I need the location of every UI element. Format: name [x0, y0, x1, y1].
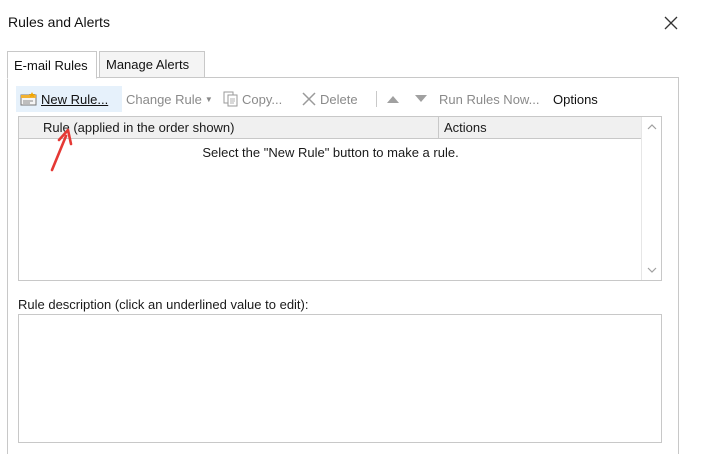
tab-email-rules-label: E-mail Rules	[14, 57, 88, 73]
new-rule-label: New Rule...	[41, 91, 109, 107]
delete-label: Delete	[320, 91, 358, 107]
scroll-up-button[interactable]	[642, 117, 661, 137]
triangle-up-icon	[387, 96, 399, 103]
new-rule-button[interactable]: New Rule...	[16, 86, 122, 112]
triangle-down-icon	[415, 95, 427, 102]
close-button[interactable]	[654, 8, 688, 38]
chevron-down-icon	[647, 267, 656, 273]
rules-list-header: Rule (applied in the order shown) Action…	[19, 117, 642, 139]
rules-toolbar: New Rule... Change Rule ▼ Copy... Delete	[12, 86, 612, 112]
rules-list-scrollbar[interactable]	[641, 117, 661, 280]
tab-manage-alerts[interactable]: Manage Alerts	[99, 51, 205, 78]
change-rule-button[interactable]: Change Rule ▼	[126, 86, 213, 112]
rule-description-box[interactable]	[18, 314, 662, 443]
tab-manage-alerts-label: Manage Alerts	[106, 57, 190, 72]
toolbar-separator	[376, 91, 377, 107]
empty-rules-message: Select the "New Rule" button to make a r…	[202, 145, 459, 160]
copy-icon	[223, 91, 239, 107]
move-down-button[interactable]	[414, 86, 428, 112]
new-rule-icon	[20, 91, 38, 107]
options-label: Options	[553, 91, 598, 107]
move-up-button[interactable]	[386, 86, 400, 112]
close-icon	[664, 16, 678, 30]
tab-email-rules[interactable]: E-mail Rules	[7, 51, 97, 79]
copy-button[interactable]: Copy...	[223, 86, 282, 112]
column-header-actions-label: Actions	[444, 120, 487, 135]
copy-label: Copy...	[242, 91, 283, 107]
chevron-down-icon: ▼	[204, 94, 213, 104]
column-header-actions[interactable]: Actions	[439, 117, 642, 138]
delete-x-icon	[301, 91, 317, 107]
change-rule-label: Change Rule	[126, 91, 202, 107]
title-bar: Rules and Alerts	[0, 0, 726, 46]
red-arrow-annotation	[50, 128, 73, 172]
window-title: Rules and Alerts	[8, 14, 110, 30]
options-button[interactable]: Options	[553, 86, 598, 112]
chevron-up-icon	[647, 124, 656, 130]
rules-list[interactable]: Rule (applied in the order shown) Action…	[18, 116, 662, 281]
run-rules-now-button[interactable]: Run Rules Now...	[439, 86, 539, 112]
rule-description-label: Rule description (click an underlined va…	[18, 297, 309, 312]
delete-button[interactable]: Delete	[301, 86, 358, 112]
scroll-down-button[interactable]	[642, 260, 661, 280]
run-rules-now-label: Run Rules Now...	[439, 91, 540, 107]
